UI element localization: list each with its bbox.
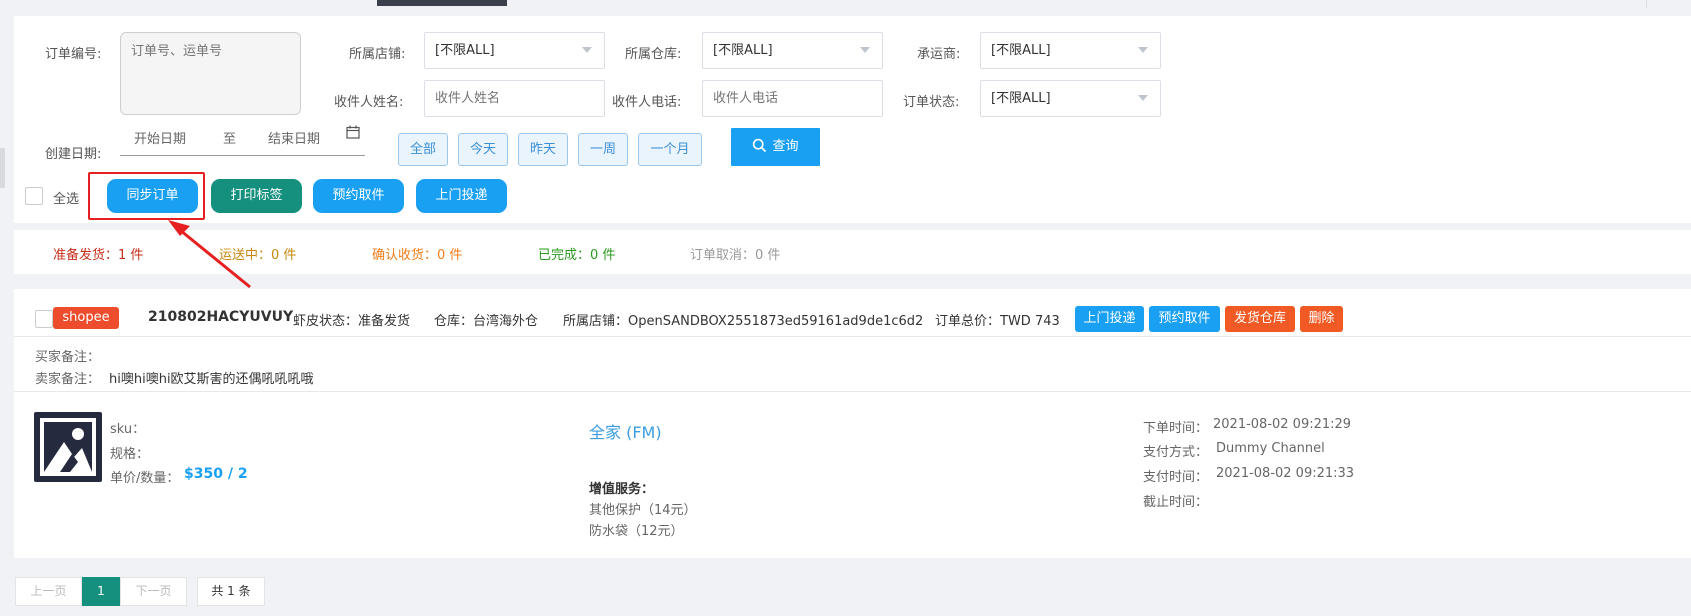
vas-item: 其他保护（14元） [589,503,697,518]
carrier-select[interactable]: [不限ALL] [980,32,1161,69]
page-1-button[interactable]: 1 [82,577,120,606]
warehouse-label: 所属仓库: [625,47,682,62]
pay-time-label: 支付时间： [1143,470,1209,485]
vas-label: 增值服务： [589,482,655,497]
sku-label: sku： [110,422,146,437]
status-select[interactable]: [不限ALL] [980,80,1161,117]
status-cancel[interactable]: 订单取消：0 件 [690,244,780,263]
select-all-checkbox[interactable] [25,187,43,205]
carrier-name: 全家 (FM) [589,423,662,442]
order-no-label: 订单编号: [45,47,102,62]
receiver-phone-input[interactable] [702,80,883,117]
status-ready[interactable]: 准备发货：1 件 [53,244,143,263]
chevron-down-icon [582,47,592,53]
chevron-down-icon [1138,47,1148,53]
active-tab-indicator [377,0,507,6]
order-shop: 所属店铺：OpenSANDBOX2551873ed59161ad9de1c6d2 [563,314,924,329]
order-delete-button[interactable]: 删除 [1300,306,1343,332]
status-summary: 准备发货：1 件 运送中：0 件 确认收货：0 件 已完成：0 件 订单取消：0… [14,230,1691,274]
pay-method: Dummy Channel [1216,441,1325,456]
carrier-label: 承运商: [917,47,961,62]
chevron-down-icon [860,47,870,53]
shopee-status: 虾皮状态：准备发货 [293,314,411,329]
prev-page-button[interactable]: 上一页 [15,577,82,606]
print-labels-button[interactable]: 打印标签 [211,179,302,213]
date-label: 创建日期: [45,147,102,162]
order-checkbox[interactable] [35,310,53,328]
buyer-note-label: 买家备注： [35,350,101,365]
range-week-button[interactable]: 一周 [578,133,628,166]
range-month-button[interactable]: 一个月 [638,133,702,166]
receiver-name-label: 收件人姓名: [334,95,404,110]
order-number: 210802HACYUVUY [148,309,294,325]
next-page-button[interactable]: 下一页 [120,577,187,606]
pay-method-label: 支付方式： [1143,445,1209,460]
order-time: 2021-08-02 09:21:29 [1213,417,1352,432]
order-ship-warehouse-button[interactable]: 发货仓库 [1225,306,1295,332]
order-total: 订单总价：TWD 743 [935,314,1060,329]
order-card [14,289,1691,558]
order-book-pickup-button[interactable]: 预约取件 [1149,306,1220,332]
search-button[interactable]: 查询 [731,128,820,166]
pay-time: 2021-08-02 09:21:33 [1216,466,1355,481]
range-today-button[interactable]: 今天 [458,133,508,166]
shop-label: 所属店铺: [349,47,406,62]
vas-item: 防水袋（12元） [589,524,684,539]
shop-select[interactable]: [不限ALL] [424,32,605,69]
chevron-down-icon [1138,95,1148,101]
divider [14,391,1691,392]
door-delivery-button[interactable]: 上门投递 [416,179,507,213]
date-separator: 至 [223,132,237,147]
top-strip [0,0,1691,8]
left-edge [0,148,5,188]
spec-label: 规格： [110,447,150,462]
status-done[interactable]: 已完成：0 件 [538,244,615,263]
order-warehouse: 仓库：台湾海外仓 [434,314,539,329]
status-label: 订单状态: [903,95,960,110]
status-shipping[interactable]: 运送中：0 件 [219,244,296,263]
order-door-delivery-button[interactable]: 上门投递 [1075,306,1144,332]
range-yesterday-button[interactable]: 昨天 [518,133,568,166]
search-icon [753,138,767,153]
warehouse-select[interactable]: [不限ALL] [702,32,883,69]
select-all-label: 全选 [53,192,80,207]
date-range-picker[interactable]: 开始日期 至 结束日期 [120,120,365,156]
search-button-label: 查询 [772,139,799,154]
highlight-box [88,172,205,220]
range-all-button[interactable]: 全部 [398,133,448,166]
status-confirm[interactable]: 确认收货：0 件 [372,244,462,263]
product-image-icon [34,412,102,482]
deadline-label: 截止时间： [1143,495,1209,510]
start-date-input[interactable]: 开始日期 [134,128,186,147]
seller-note-label: 卖家备注： [35,372,101,387]
receiver-phone-label: 收件人电话: [612,95,682,110]
book-pickup-button[interactable]: 预约取件 [313,179,404,213]
divider [14,336,1691,337]
receiver-name-input[interactable] [424,80,605,117]
divider [1646,0,1647,8]
calendar-icon[interactable] [346,125,360,143]
order-no-input[interactable] [120,32,301,115]
end-date-input[interactable]: 结束日期 [268,128,320,147]
seller-note: hi噢hi噢hi欧艾斯害的还偶吼吼吼哦 [109,372,314,387]
price-label: 单价/数量： [110,471,180,486]
price-quantity: $350 / 2 [184,466,248,482]
platform-badge: shopee [53,307,119,329]
total-count: 共 1 条 [197,577,265,606]
order-time-label: 下单时间： [1143,421,1209,436]
